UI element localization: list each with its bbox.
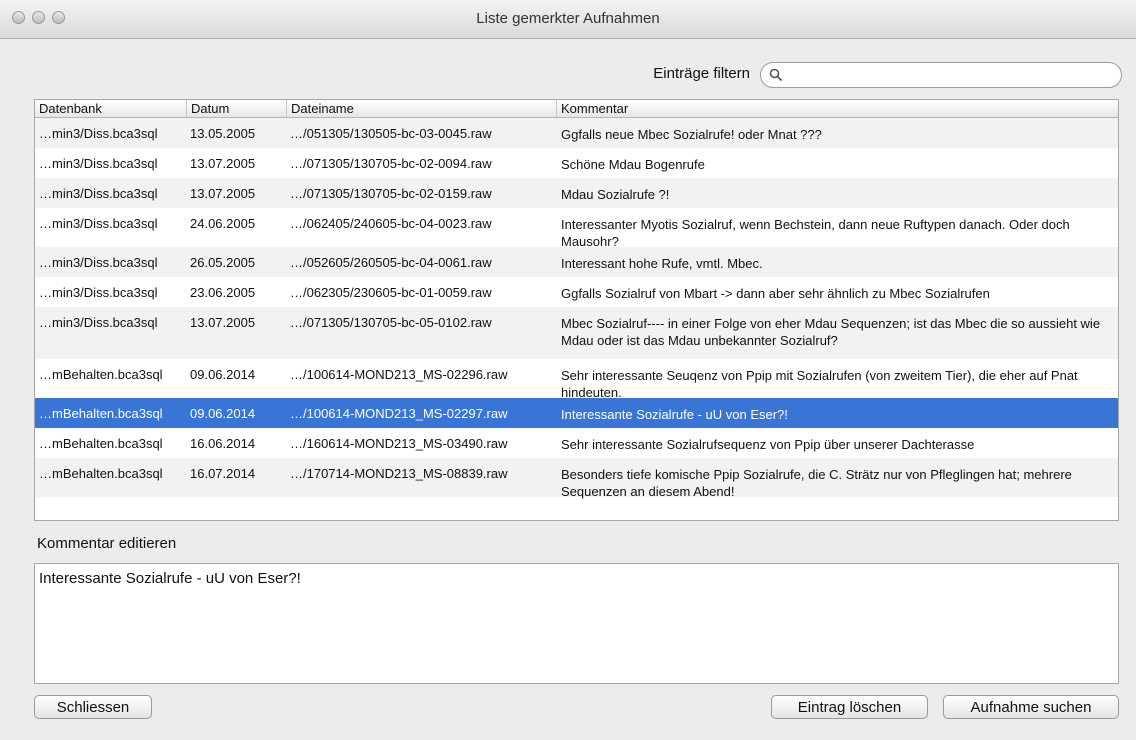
cell-comment: Besonders tiefe komische Ppip Sozialrufe… — [561, 467, 1072, 499]
cell-database: …min3/Diss.bca3sql — [39, 186, 158, 201]
cell-comment: Interessanter Myotis Sozialruf, wenn Bec… — [561, 217, 1070, 249]
cell-database: …min3/Diss.bca3sql — [39, 285, 158, 300]
column-header-datum[interactable]: Datum — [186, 100, 286, 117]
cell-database: …mBehalten.bca3sql — [39, 466, 163, 481]
cell-filename: …/052605/260505-bc-04-0061.raw — [290, 255, 492, 270]
cell-filename: …/062405/240605-bc-04-0023.raw — [290, 216, 492, 231]
cell-date: 13.07.2005 — [190, 315, 256, 330]
table-row[interactable]: …min3/Diss.bca3sql 23.06.2005 …/062305/230… — [35, 277, 1118, 307]
cell-database: …min3/Diss.bca3sql — [39, 156, 158, 171]
delete-entry-button[interactable]: Eintrag löschen — [771, 695, 928, 719]
cell-filename: …/071305/130705-bc-05-0102.raw — [290, 315, 492, 330]
table-row[interactable]: …mBehalten.bca3sql 16.07.2014 …/170714-MON… — [35, 458, 1118, 499]
filter-label: Einträge filtern — [653, 65, 750, 82]
cell-date: 09.06.2014 — [190, 367, 256, 382]
table-row[interactable]: …min3/Diss.bca3sql 13.05.2005 …/051305/130… — [35, 118, 1118, 148]
cell-database: …min3/Diss.bca3sql — [39, 216, 158, 231]
close-button[interactable]: Schliessen — [34, 695, 152, 719]
cell-filename: …/051305/130505-bc-03-0045.raw — [290, 126, 492, 141]
column-header-datenbank[interactable]: Datenbank — [35, 100, 186, 117]
cell-comment: Sehr interessante Sozialrufsequenz von P… — [561, 437, 975, 452]
table-row[interactable]: …min3/Diss.bca3sql 24.06.2005 …/062405/240… — [35, 208, 1118, 249]
cell-date: 16.06.2014 — [190, 436, 256, 451]
cell-database: …mBehalten.bca3sql — [39, 367, 163, 382]
cell-comment: Mbec Sozialruf---- in einer Folge von eh… — [561, 316, 1101, 348]
window-title: Liste gemerkter Aufnahmen — [476, 10, 660, 27]
cell-comment: Ggfalls Sozialruf von Mbart -> dann aber… — [561, 286, 990, 301]
cell-date: 16.07.2014 — [190, 466, 256, 481]
table-row[interactable]: …min3/Diss.bca3sql 13.07.2005 …/071305/130… — [35, 148, 1118, 178]
cell-filename: …/071305/130705-bc-02-0094.raw — [290, 156, 492, 171]
cell-date: 13.05.2005 — [190, 126, 256, 141]
cell-date: 24.06.2005 — [190, 216, 256, 231]
table-header: Datenbank Datum Dateiname Kommentar — [35, 100, 1118, 118]
table-row[interactable]: …mBehalten.bca3sql 16.06.2014 …/160614-MON… — [35, 428, 1118, 458]
table-row[interactable]: …min3/Diss.bca3sql 26.05.2005 …/052605/260… — [35, 247, 1118, 277]
table-row[interactable]: …mBehalten.bca3sql 09.06.2014 …/100614-MON… — [35, 359, 1118, 400]
cell-comment: Mdau Sozialrufe ?! — [561, 187, 670, 202]
cell-date: 13.07.2005 — [190, 156, 256, 171]
cell-comment: Ggfalls neue Mbec Sozialrufe! oder Mnat … — [561, 127, 822, 142]
cell-date: 09.06.2014 — [190, 406, 256, 421]
table-row[interactable]: …min3/Diss.bca3sql 13.07.2005 …/071305/130… — [35, 307, 1118, 359]
cell-comment: Sehr interessante Seuqenz von Ppip mit S… — [561, 368, 1078, 400]
cell-filename: …/100614-MOND213_MS-02297.raw — [290, 406, 508, 421]
cell-date: 23.06.2005 — [190, 285, 256, 300]
find-recording-button[interactable]: Aufnahme suchen — [943, 695, 1119, 719]
table-body: …min3/Diss.bca3sql 24.06.2005 …/062405/240… — [35, 100, 1118, 499]
recordings-table[interactable]: Datenbank Datum Dateiname Kommentar …min… — [34, 99, 1119, 521]
cell-filename: …/071305/130705-bc-02-0159.raw — [290, 186, 492, 201]
cell-filename: …/062305/230605-bc-01-0059.raw — [290, 285, 492, 300]
column-header-kommentar[interactable]: Kommentar — [556, 100, 1118, 117]
cell-database: …min3/Diss.bca3sql — [39, 255, 158, 270]
column-header-dateiname[interactable]: Dateiname — [286, 100, 556, 117]
cell-database: …mBehalten.bca3sql — [39, 406, 163, 421]
table-row[interactable]: …min3/Diss.bca3sql 13.07.2005 …/071305/130… — [35, 178, 1118, 208]
title-bar: Liste gemerkter Aufnahmen — [0, 0, 1136, 39]
comment-editor[interactable]: Interessante Sozialrufe - uU von Eser?! — [34, 563, 1119, 684]
edit-comment-label: Kommentar editieren — [37, 535, 177, 552]
cell-database: …min3/Diss.bca3sql — [39, 315, 158, 330]
search-icon — [769, 68, 783, 82]
cell-date: 26.05.2005 — [190, 255, 256, 270]
filter-field[interactable] — [760, 62, 1122, 88]
cell-comment: Schöne Mdau Bogenrufe — [561, 157, 705, 172]
cell-comment: Interessante Sozialrufe - uU von Eser?! — [561, 407, 788, 422]
cell-database: …min3/Diss.bca3sql — [39, 126, 158, 141]
cell-filename: …/100614-MOND213_MS-02296.raw — [290, 367, 508, 382]
cell-filename: …/170714-MOND213_MS-08839.raw — [290, 466, 508, 481]
cell-date: 13.07.2005 — [190, 186, 256, 201]
cell-filename: …/160614-MOND213_MS-03490.raw — [290, 436, 508, 451]
cell-comment: Interessant hohe Rufe, vmtl. Mbec. — [561, 256, 763, 271]
table-row[interactable]: …mBehalten.bca3sql 09.06.2014 …/100614-MON… — [35, 398, 1118, 428]
filter-input[interactable] — [789, 65, 1113, 87]
cell-database: …mBehalten.bca3sql — [39, 436, 163, 451]
